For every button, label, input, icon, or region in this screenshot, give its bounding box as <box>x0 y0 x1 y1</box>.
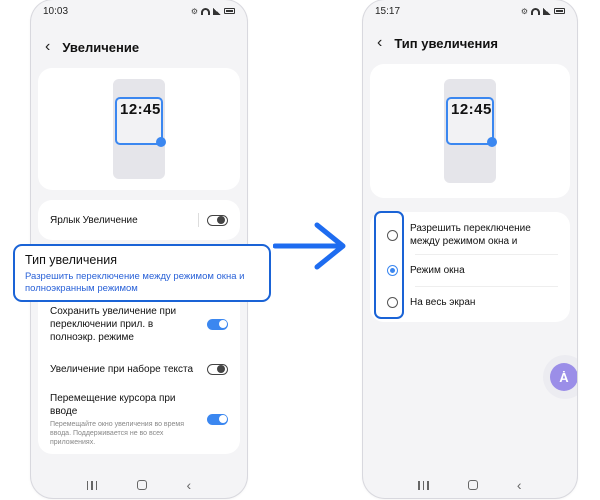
status-icons: ⚙ <box>191 7 235 16</box>
setting-text: Перемещение курсора при вводе Перемещайт… <box>50 392 190 447</box>
option-label: Разрешить переключение между режимом окн… <box>410 223 531 247</box>
header: ‹ Тип увеличения <box>363 22 577 64</box>
shortcut-toggle[interactable] <box>207 214 228 226</box>
cursor-move-toggle[interactable] <box>207 413 228 425</box>
magnifier-window: 12:45 <box>446 97 497 147</box>
option-label: На весь экран <box>410 297 476 308</box>
setting-row-cursor-move[interactable]: Перемещение курсора при вводе Перемещайт… <box>38 388 240 450</box>
battery-icon <box>554 8 565 14</box>
home-icon[interactable] <box>467 480 478 490</box>
zoom-type-callout[interactable]: Тип увеличения Разрешить переключение ме… <box>13 244 271 302</box>
signal-icon <box>543 7 551 15</box>
nav-back-icon[interactable]: ‹ <box>187 478 192 492</box>
arrow-right-icon <box>273 222 346 270</box>
header: ‹ Увеличение <box>31 22 247 72</box>
setting-row-typing-zoom[interactable]: Увеличение при наборе текста <box>38 350 240 388</box>
shortcut-row[interactable]: Ярлык Увеличение <box>38 200 240 240</box>
notification-icon: ⚙ <box>520 6 528 16</box>
preview-clock: 12:45 <box>451 101 492 118</box>
nav-back-icon[interactable]: ‹ <box>517 478 522 492</box>
status-bar: 10:03 ⚙ <box>31 0 247 22</box>
magnifier-handle <box>487 137 497 147</box>
preview-phone: 12:45 <box>113 79 166 179</box>
nav-bar: ‹ <box>363 478 577 492</box>
status-time: 10:03 <box>43 5 69 17</box>
wifi-icon <box>201 7 210 15</box>
back-icon[interactable]: ‹ <box>45 39 50 55</box>
setting-row-keep-zoom[interactable]: Сохранить увеличение при переключении пр… <box>38 298 240 350</box>
status-time: 15:17 <box>375 5 401 17</box>
page-title: Увеличение <box>62 39 140 55</box>
home-icon[interactable] <box>136 480 147 490</box>
option-label: Режим окна <box>410 265 465 276</box>
page-title: Тип увеличения <box>394 35 498 51</box>
battery-icon <box>224 8 235 14</box>
radio-highlight-box <box>374 211 404 319</box>
magnifier-window: 12:45 <box>115 97 166 147</box>
right-phone-screen: 15:17 ⚙ ‹ Тип увеличения 12:45 Разрешить… <box>363 0 577 498</box>
typing-zoom-toggle[interactable] <box>207 363 228 375</box>
wifi-icon <box>531 7 540 15</box>
accessibility-button[interactable]: Ȧ <box>543 355 577 399</box>
zoom-preview-card: 12:45 <box>38 68 240 190</box>
nav-bar: ‹ <box>31 478 247 492</box>
preview-clock: 12:45 <box>120 101 161 118</box>
status-icons: ⚙ <box>521 7 565 16</box>
keep-zoom-toggle[interactable] <box>207 318 228 330</box>
setting-description: Перемещайте окно увеличения во время вво… <box>50 420 185 446</box>
magnifier-handle <box>156 137 166 147</box>
notification-icon: ⚙ <box>190 6 198 16</box>
accessibility-icon: Ȧ <box>550 363 577 391</box>
signal-icon <box>213 7 221 15</box>
setting-label: Сохранить увеличение при переключении пр… <box>50 305 177 343</box>
divider <box>198 213 199 227</box>
zoom-preview-card: 12:45 <box>370 64 570 198</box>
status-bar: 15:17 ⚙ <box>363 0 577 22</box>
preview-phone: 12:45 <box>444 79 497 183</box>
callout-title: Тип увеличения <box>25 253 117 267</box>
setting-label: Увеличение при наборе текста <box>50 363 194 375</box>
setting-label: Перемещение курсора при вводе <box>50 392 176 417</box>
recents-icon[interactable] <box>418 480 429 490</box>
back-icon[interactable]: ‹ <box>377 35 382 51</box>
callout-subtitle: Разрешить переключение между режимом окн… <box>25 271 245 294</box>
shortcut-card: Ярлык Увеличение <box>38 200 240 240</box>
recents-icon[interactable] <box>86 480 98 490</box>
shortcut-label: Ярлык Увеличение <box>50 214 138 226</box>
